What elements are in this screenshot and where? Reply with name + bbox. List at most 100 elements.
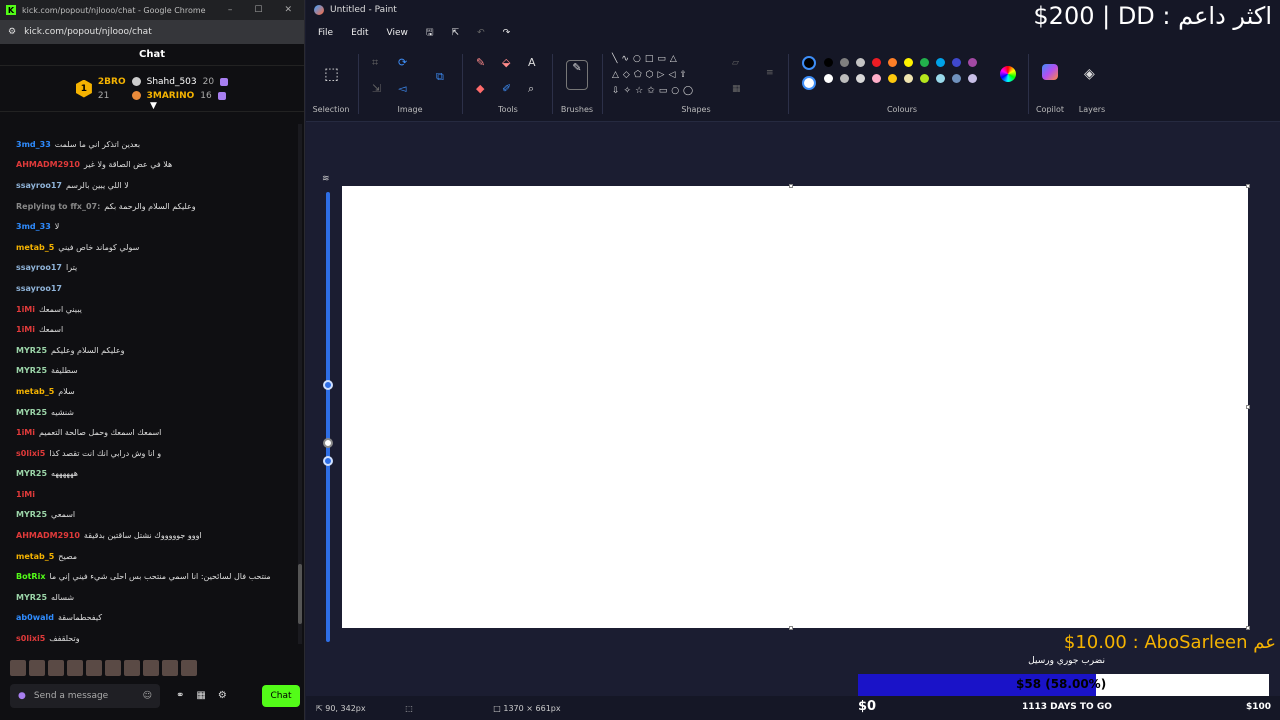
users-icon[interactable]: ⚭ — [176, 690, 184, 701]
image-select-icon[interactable]: ⧉ — [436, 70, 444, 84]
colour-swatch[interactable] — [920, 58, 929, 67]
menu-edit[interactable]: Edit — [351, 28, 368, 38]
chat-username[interactable]: ssayroo17 — [16, 181, 62, 190]
third-name[interactable]: 3MARINO — [147, 91, 195, 101]
chat-username[interactable]: s0lixi5 — [16, 449, 45, 458]
colour-swatch[interactable] — [888, 58, 897, 67]
chat-username[interactable]: 1iMi — [16, 428, 35, 437]
chat-username[interactable]: AHMADM2910 — [16, 531, 80, 540]
menu-file[interactable]: File — [318, 28, 333, 38]
colour-swatch[interactable] — [936, 74, 945, 83]
colour-swatch[interactable] — [872, 74, 881, 83]
chat-username[interactable]: Replying to ffx_07: — [16, 202, 100, 211]
resize-handle-top-right[interactable] — [1246, 184, 1250, 188]
colour-swatch[interactable] — [968, 74, 977, 83]
opacity-icon[interactable] — [323, 438, 333, 448]
minimize-icon[interactable]: – — [228, 5, 233, 15]
emote-icon[interactable] — [124, 660, 140, 676]
settings-icon[interactable]: ⚙ — [218, 690, 227, 701]
crop-icon[interactable]: ⌗ — [372, 56, 378, 70]
resize-handle-top[interactable] — [789, 184, 793, 188]
send-chat-button[interactable]: Chat — [262, 685, 300, 707]
colour-swatch[interactable] — [840, 58, 849, 67]
maximize-icon[interactable]: ☐ — [254, 5, 262, 15]
colour-swatch[interactable] — [968, 58, 977, 67]
chat-username[interactable]: BotRix — [16, 572, 45, 581]
shapes-row-1[interactable]: ╲∿○□▭△ — [612, 54, 681, 64]
chat-username[interactable]: MYR25 — [16, 408, 47, 417]
chat-username[interactable]: ab0wald — [16, 613, 54, 622]
colour-swatch[interactable] — [856, 74, 865, 83]
leader-name[interactable]: 2BRO — [98, 77, 126, 87]
fill-icon[interactable]: ⬙ — [502, 56, 510, 69]
expand-leaderboard-icon[interactable]: ▼ — [150, 101, 157, 111]
site-info-icon[interactable]: ⚙ — [8, 27, 16, 37]
address-bar[interactable]: ⚙ kick.com/popout/njlooo/chat — [0, 20, 304, 44]
chat-username[interactable]: 1iMi — [16, 325, 35, 334]
colour-swatch[interactable] — [936, 58, 945, 67]
pencil-icon[interactable]: ✎ — [476, 56, 485, 69]
emote-icon[interactable] — [143, 660, 159, 676]
store-icon[interactable]: ▦ — [196, 690, 205, 701]
colour-swatch[interactable] — [872, 58, 881, 67]
secondary-colour[interactable] — [802, 76, 816, 90]
chat-username[interactable]: s0lixi5 — [16, 634, 45, 643]
share-icon[interactable]: ⇱ — [452, 28, 460, 38]
emoji-icon[interactable]: ☺ — [143, 691, 152, 701]
scrollbar-thumb[interactable] — [298, 564, 302, 624]
chat-username[interactable]: ssayroo17 — [16, 263, 62, 272]
chat-username[interactable]: AHMADM2910 — [16, 160, 80, 169]
redo-icon[interactable]: ↷ — [503, 28, 511, 38]
brush-icon[interactable]: ✎ — [566, 60, 588, 90]
eraser-icon[interactable]: ◆ — [476, 82, 484, 95]
rotate-icon[interactable]: ⟳ — [398, 56, 407, 69]
colour-swatch[interactable] — [888, 74, 897, 83]
emote-icon[interactable] — [10, 660, 26, 676]
chat-username[interactable]: MYR25 — [16, 346, 47, 355]
undo-icon[interactable]: ↶ — [477, 28, 485, 38]
chat-username[interactable]: MYR25 — [16, 593, 47, 602]
chat-username[interactable]: MYR25 — [16, 469, 47, 478]
select-icon[interactable]: ⬚ — [324, 64, 339, 83]
primary-colour[interactable] — [802, 56, 816, 70]
colour-swatch[interactable] — [856, 58, 865, 67]
colour-swatch[interactable] — [824, 58, 833, 67]
flip-icon[interactable]: ◅ — [398, 82, 406, 95]
emote-icon[interactable] — [105, 660, 121, 676]
colour-swatch[interactable] — [920, 74, 929, 83]
size-knob[interactable] — [323, 380, 333, 390]
emote-icon[interactable] — [181, 660, 197, 676]
message-input[interactable]: ● Send a message ☺ — [10, 684, 160, 708]
chat-username[interactable]: 1iMi — [16, 490, 35, 499]
shapes-row-3[interactable]: ⇩✧☆✩▭○◯ — [612, 86, 697, 96]
colour-swatch[interactable] — [904, 74, 913, 83]
colour-swatch[interactable] — [904, 58, 913, 67]
second-name[interactable]: Shahd_503 — [147, 77, 197, 87]
outline-icon[interactable]: ▱ — [732, 58, 739, 68]
chat-username[interactable]: metab_5 — [16, 243, 54, 252]
menu-view[interactable]: View — [387, 28, 408, 38]
shapes-row-2[interactable]: △◇⬠⬡▷◁⇧ — [612, 70, 691, 80]
emote-icon[interactable] — [48, 660, 64, 676]
chat-username[interactable]: 3md_33 — [16, 222, 51, 231]
resize-handle-corner[interactable] — [1246, 626, 1250, 630]
colour-swatch[interactable] — [952, 58, 961, 67]
chat-username[interactable]: metab_5 — [16, 387, 54, 396]
stroke-icon[interactable]: ≡ — [766, 68, 774, 78]
resize-icon[interactable]: ⇲ — [372, 82, 381, 95]
emote-icon[interactable] — [86, 660, 102, 676]
emote-icon[interactable] — [67, 660, 83, 676]
colour-wheel-icon[interactable] — [1000, 66, 1016, 82]
mic-icon[interactable]: ● — [18, 691, 26, 701]
chat-username[interactable]: ssayroo17 — [16, 284, 62, 293]
chat-scrollbar[interactable] — [298, 124, 302, 644]
opacity-knob[interactable] — [323, 456, 333, 466]
chat-username[interactable]: 3md_33 — [16, 140, 51, 149]
layers-icon[interactable]: ◈ — [1084, 66, 1095, 82]
close-icon[interactable]: ✕ — [284, 5, 292, 15]
save-icon[interactable]: 🖫 — [426, 25, 434, 41]
colour-swatch[interactable] — [840, 74, 849, 83]
chat-username[interactable]: MYR25 — [16, 366, 47, 375]
emote-icon[interactable] — [29, 660, 45, 676]
chat-username[interactable]: MYR25 — [16, 510, 47, 519]
